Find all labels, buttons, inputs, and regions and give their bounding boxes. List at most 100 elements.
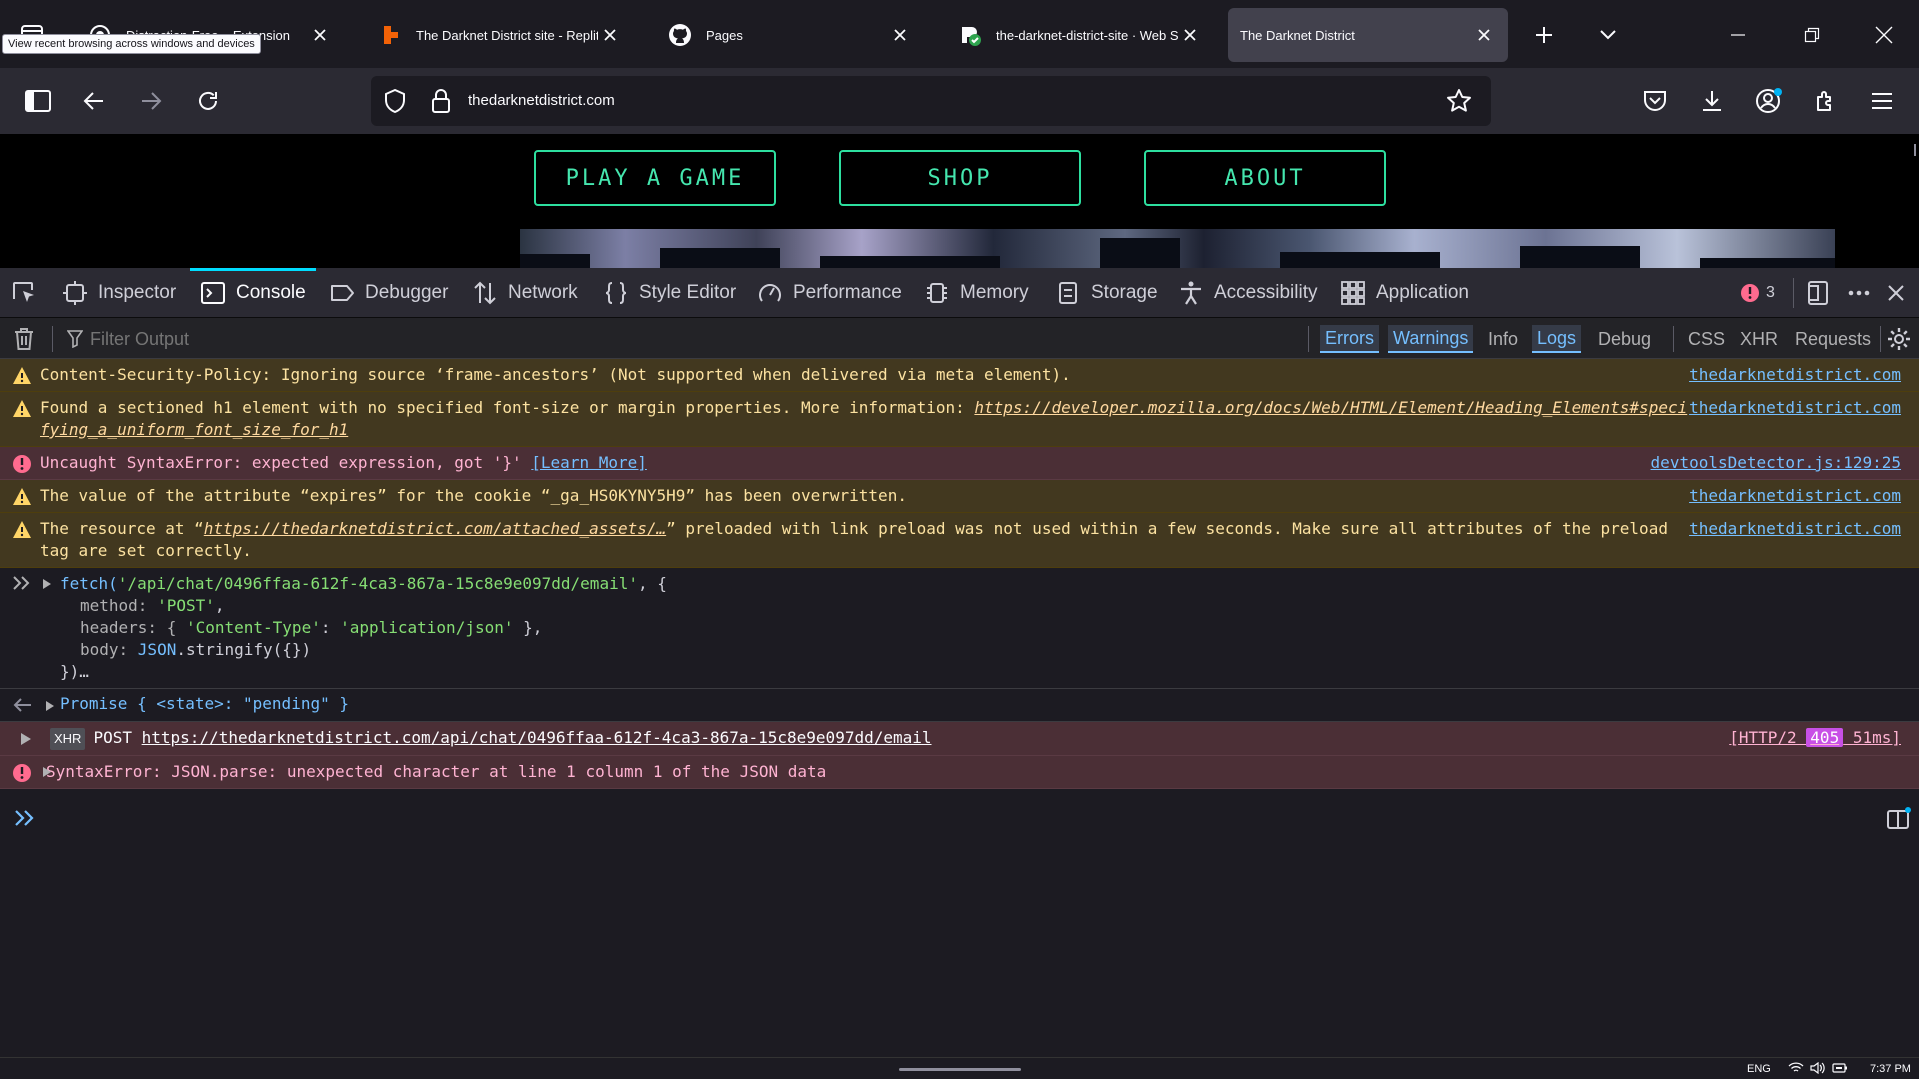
minimize-button[interactable]	[1718, 15, 1758, 55]
toolbar-divider	[1793, 278, 1794, 308]
filter-xhr[interactable]: XHR	[1735, 325, 1783, 353]
inspector-icon	[63, 281, 87, 305]
tab-network[interactable]: Network	[472, 268, 578, 318]
request-status[interactable]: [HTTP/2 405 51ms]	[1729, 727, 1901, 749]
tab-debugger[interactable]: Debugger	[329, 268, 448, 318]
tab-label: Memory	[960, 282, 1029, 303]
account-button[interactable]	[1749, 81, 1789, 121]
filter-requests[interactable]: Requests	[1790, 325, 1876, 353]
tab-console[interactable]: Console	[200, 268, 306, 318]
console-result: Promise { <state>: "pending" }	[0, 689, 1919, 722]
message-source-link[interactable]: thedarknetdistrict.com	[1689, 397, 1901, 419]
play-a-game-button[interactable]: PLAY A GAME	[534, 150, 776, 206]
console-warning: The resource at “https://thedarknetdistr…	[0, 513, 1919, 568]
message-source-link[interactable]: devtoolsDetector.js:129:25	[1651, 452, 1901, 474]
message-source-link[interactable]: thedarknetdistrict.com	[1689, 485, 1901, 507]
element-picker-button[interactable]	[10, 268, 38, 318]
devtools-menu-button[interactable]	[1846, 268, 1872, 318]
close-icon[interactable]	[308, 23, 332, 47]
tab-replit[interactable]: The Darknet District site - Replit	[362, 8, 634, 62]
volume-icon[interactable]	[1810, 1061, 1826, 1075]
new-tab-button[interactable]	[1524, 15, 1564, 55]
tab-label: Application	[1376, 282, 1469, 303]
responsive-design-button[interactable]	[1805, 268, 1831, 318]
filter-warnings[interactable]: Warnings	[1388, 325, 1474, 353]
restore-button[interactable]	[1792, 15, 1832, 55]
tab-pages[interactable]: Pages	[652, 8, 924, 62]
request-url-link[interactable]: https://thedarknetdistrict.com/api/chat/…	[142, 728, 932, 747]
filter-logs[interactable]: Logs	[1532, 325, 1582, 353]
editor-mode-icon[interactable]	[1886, 807, 1912, 831]
console-settings-gear-icon[interactable]	[1886, 326, 1912, 352]
error-icon	[1741, 284, 1759, 302]
filter-errors[interactable]: Errors	[1320, 325, 1379, 353]
console-input[interactable]	[0, 793, 1919, 831]
url-text[interactable]: thedarknetdistrict.com	[468, 92, 615, 109]
expand-arrow-icon[interactable]	[42, 578, 52, 590]
forward-button[interactable]	[131, 81, 171, 121]
message-source-link[interactable]: thedarknetdistrict.com	[1689, 364, 1901, 386]
bookmark-star-icon[interactable]	[1446, 88, 1472, 114]
return-arrow-icon	[12, 697, 32, 713]
double-chevron-icon	[12, 575, 32, 591]
error-count-badge[interactable]: 3	[1740, 268, 1775, 318]
tab-storage[interactable]: Storage	[1055, 268, 1158, 318]
element-picker-icon	[13, 282, 34, 302]
os-taskbar: ENG 7:37 PM	[0, 1057, 1919, 1079]
close-icon[interactable]	[598, 23, 622, 47]
more-options-icon	[1848, 290, 1870, 296]
shop-button[interactable]: SHOP	[839, 150, 1081, 206]
tab-darknet-district[interactable]: The Darknet District	[1228, 8, 1508, 62]
minimize-icon	[1731, 34, 1745, 36]
replit-icon	[378, 23, 402, 47]
trash-icon[interactable]	[12, 327, 36, 351]
close-icon[interactable]	[1178, 23, 1202, 47]
tab-label: Performance	[793, 282, 902, 303]
shield-icon[interactable]	[383, 89, 407, 113]
close-window-button[interactable]	[1864, 15, 1904, 55]
taskbar-handle[interactable]	[899, 1068, 1021, 1071]
language-indicator[interactable]: ENG	[1747, 1063, 1771, 1075]
resource-link[interactable]: https://thedarknetdistrict.com/attached_…	[204, 519, 666, 538]
list-all-tabs-button[interactable]	[1588, 15, 1628, 55]
promise-output[interactable]: Promise { <state>: "pending" }	[60, 694, 349, 713]
tab-application[interactable]: Application	[1340, 268, 1469, 318]
tab-inspector[interactable]: Inspector	[62, 268, 176, 318]
tab-render[interactable]: the-darknet-district-site · Web Servi	[942, 8, 1214, 62]
tab-memory[interactable]: Memory	[924, 268, 1029, 318]
pocket-button[interactable]	[1635, 81, 1675, 121]
message-source-link[interactable]: thedarknetdistrict.com	[1689, 518, 1901, 540]
close-devtools-button[interactable]	[1886, 268, 1906, 318]
tab-accessibility[interactable]: Accessibility	[1178, 268, 1317, 318]
reload-button[interactable]	[188, 81, 228, 121]
about-button[interactable]: ABOUT	[1144, 150, 1386, 206]
menu-button[interactable]	[1862, 81, 1902, 121]
close-icon[interactable]	[888, 23, 912, 47]
filter-css[interactable]: CSS	[1683, 325, 1730, 353]
code-line: body: JSON.stringify({})	[80, 640, 312, 659]
wifi-icon[interactable]	[1788, 1061, 1804, 1075]
back-button[interactable]	[74, 81, 114, 121]
tab-performance[interactable]: Performance	[757, 268, 902, 318]
page-scrollbar[interactable]	[1914, 144, 1916, 156]
lock-icon[interactable]	[429, 89, 453, 113]
extensions-button[interactable]	[1806, 81, 1846, 121]
expand-arrow-icon[interactable]	[20, 732, 32, 746]
downloads-button[interactable]	[1692, 81, 1732, 121]
filter-info[interactable]: Info	[1483, 325, 1523, 353]
expand-arrow-icon[interactable]	[45, 700, 55, 712]
filter-debug[interactable]: Debug	[1593, 325, 1656, 353]
filter-output-input[interactable]	[90, 326, 590, 352]
learn-more-link[interactable]: [Learn More]	[531, 453, 647, 472]
close-icon[interactable]	[1472, 23, 1496, 47]
expand-arrow-icon[interactable]	[42, 766, 52, 778]
tab-style-editor[interactable]: Style Editor	[603, 268, 736, 318]
tab-label: Network	[508, 282, 578, 303]
clock[interactable]: 7:37 PM	[1870, 1063, 1911, 1075]
warning-icon	[13, 488, 31, 505]
battery-icon[interactable]	[1832, 1061, 1848, 1075]
url-bar[interactable]: thedarknetdistrict.com	[371, 76, 1491, 126]
sidebar-button[interactable]	[18, 81, 58, 121]
message-text: The resource at “	[40, 519, 204, 538]
warning-icon	[13, 521, 31, 538]
